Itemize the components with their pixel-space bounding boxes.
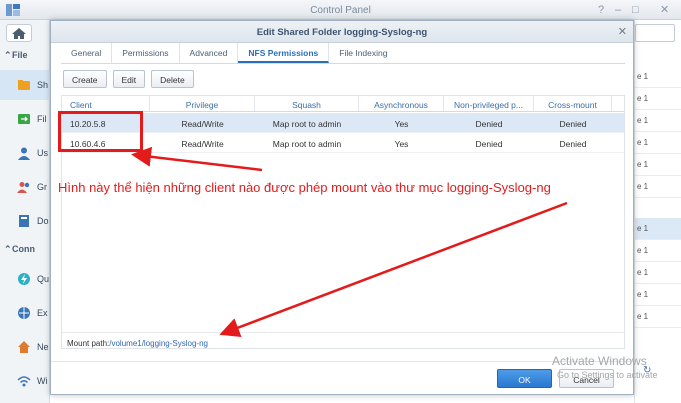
arrow-to-clients — [131, 146, 263, 172]
arrow-to-mount-path — [219, 201, 568, 338]
annotation-arrows — [131, 146, 568, 338]
watermark-subtitle: Go to Settings to activate — [557, 370, 658, 380]
watermark-title: Activate Windows — [552, 354, 647, 368]
